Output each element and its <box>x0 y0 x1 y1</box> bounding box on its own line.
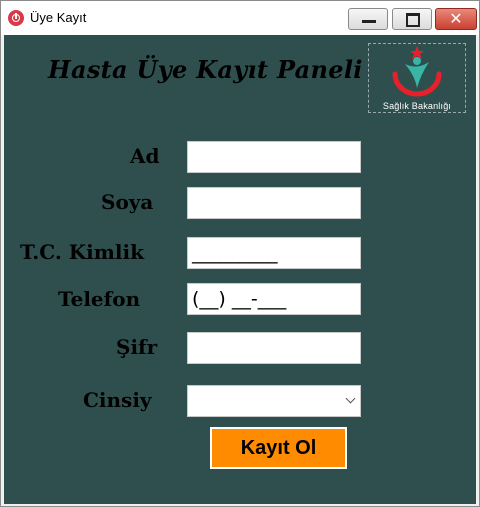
soyad-label: Soya <box>101 190 154 214</box>
chevron-down-icon <box>345 393 356 404</box>
ad-label: Ad <box>130 144 160 168</box>
window-title: Üye Kayıt <box>30 10 87 25</box>
sifre-input[interactable] <box>187 332 361 364</box>
cinsiyet-label: Cinsiy <box>83 388 152 412</box>
tc-kimlik-input[interactable]: _________ <box>187 237 361 269</box>
logo-emblem-icon <box>392 46 442 97</box>
form-panel: Hasta Üye Kayıt Paneli Sağlık Bakanlığı … <box>4 35 476 504</box>
minimize-button[interactable] <box>348 8 388 30</box>
app-icon <box>8 10 24 26</box>
close-icon: ✕ <box>449 9 463 28</box>
sifre-label: Şifr <box>116 335 158 359</box>
maximize-icon <box>406 13 420 27</box>
kayit-ol-button[interactable]: Kayıt Ol <box>210 427 347 469</box>
maximize-button[interactable] <box>392 8 432 30</box>
title-bar[interactable]: Üye Kayıt ✕ <box>1 1 479 35</box>
ad-input[interactable] <box>187 141 361 173</box>
cinsiyet-select[interactable] <box>187 385 361 417</box>
soyad-input[interactable] <box>187 187 361 219</box>
telefon-label: Telefon <box>58 287 141 311</box>
telefon-input[interactable]: (__) __-___ <box>187 283 361 315</box>
health-ministry-logo: Sağlık Bakanlığı <box>368 43 466 113</box>
close-button[interactable]: ✕ <box>435 8 477 30</box>
app-window: Üye Kayıt ✕ Hasta Üye Kayıt Paneli Sağlı… <box>0 0 480 507</box>
panel-title: Hasta Üye Kayıt Paneli <box>48 55 363 84</box>
minimize-icon <box>362 20 376 23</box>
logo-caption: Sağlık Bakanlığı <box>382 101 452 111</box>
tc-kimlik-label: T.C. Kimlik <box>20 240 144 264</box>
